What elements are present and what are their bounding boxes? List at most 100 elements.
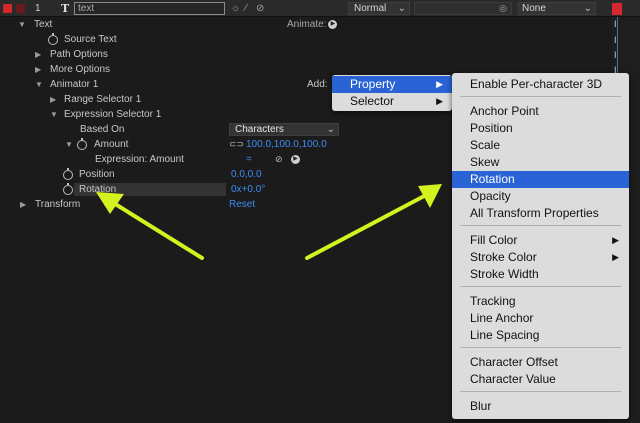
- menu-separator: [460, 225, 621, 226]
- menu-item-label: Tracking: [470, 294, 516, 308]
- chevron-down-icon: ⌄: [583, 3, 592, 14]
- twirl-down-icon[interactable]: ▼: [35, 77, 43, 92]
- menu-item-position[interactable]: Position: [452, 120, 629, 137]
- parent-dropdown[interactable]: None ⌄: [518, 2, 596, 15]
- menu-item-label: Character Value: [470, 372, 556, 386]
- menu-item-all-transform-properties[interactable]: All Transform Properties: [452, 205, 629, 222]
- blend-mode-dropdown[interactable]: Normal ⌄: [348, 2, 410, 15]
- animate-button[interactable]: Animate: ▶: [287, 17, 338, 32]
- chevron-down-icon: ⌄: [397, 3, 406, 14]
- animator-1-label: Animator 1: [50, 79, 99, 90]
- current-time-indicator-head[interactable]: [612, 3, 622, 15]
- menu-item-anchor-point[interactable]: Anchor Point: [452, 103, 629, 120]
- source-text-row[interactable]: Source Text: [0, 32, 612, 47]
- menu-item-fill-color[interactable]: Fill Color ▶: [452, 232, 629, 249]
- menu-item-selector[interactable]: Selector ▶: [332, 93, 452, 110]
- submenu-arrow-icon: ▶: [436, 96, 443, 106]
- menu-item-label: Rotation: [470, 172, 515, 186]
- menu-item-rotation[interactable]: Rotation: [452, 171, 629, 188]
- expression-enable-toggle[interactable]: =: [246, 152, 252, 167]
- menu-item-character-value[interactable]: Character Value: [452, 371, 629, 388]
- menu-separator: [460, 286, 621, 287]
- pickwhip-icon[interactable]: ◎: [499, 3, 507, 14]
- rotation-value[interactable]: 0x+0.0°: [231, 182, 265, 197]
- link-icon[interactable]: ⊂⊃: [229, 137, 244, 152]
- twirl-down-icon[interactable]: ▼: [18, 17, 26, 32]
- rotation-label: Rotation: [79, 184, 117, 195]
- twirl-right-icon[interactable]: ▶: [35, 47, 41, 62]
- effect-switch-icon[interactable]: ⊘: [256, 3, 264, 14]
- property-submenu: Enable Per-character 3D Anchor Point Pos…: [452, 73, 629, 419]
- based-on-dropdown[interactable]: Characters ⌄: [229, 123, 339, 136]
- expression-selector-label: Expression Selector 1: [64, 109, 162, 120]
- transform-reset-link[interactable]: Reset: [229, 197, 255, 212]
- menu-item-label: Skew: [470, 155, 500, 169]
- layer-name-field[interactable]: text: [74, 2, 225, 15]
- text-layer-icon: T: [61, 2, 70, 15]
- menu-item-line-spacing[interactable]: Line Spacing: [452, 327, 629, 344]
- twirl-down-icon[interactable]: ▼: [50, 107, 58, 122]
- menu-item-label: Position: [470, 121, 513, 135]
- animate-label: Animate:: [287, 19, 327, 30]
- expression-language-menu-icon[interactable]: ▶: [291, 155, 300, 164]
- menu-item-skew[interactable]: Skew: [452, 154, 629, 171]
- amount-value[interactable]: 100.0,100.0,100.0: [246, 137, 327, 152]
- menu-item-line-anchor[interactable]: Line Anchor: [452, 310, 629, 327]
- keyframe-marker-icon: I: [614, 50, 617, 60]
- stopwatch-icon[interactable]: [63, 168, 73, 180]
- stopwatch-icon[interactable]: [63, 183, 73, 195]
- twirl-right-icon[interactable]: ▶: [50, 92, 56, 107]
- menu-item-blur[interactable]: Blur: [452, 398, 629, 415]
- menu-item-opacity[interactable]: Opacity: [452, 188, 629, 205]
- menu-item-label: Line Anchor: [470, 311, 534, 325]
- menu-item-stroke-color[interactable]: Stroke Color ▶: [452, 249, 629, 266]
- add-menu: Property ▶ Selector ▶: [332, 75, 452, 111]
- twirl-right-icon[interactable]: ▶: [20, 197, 26, 212]
- blend-mode-value: Normal: [354, 3, 387, 14]
- amount-label: Amount: [94, 139, 129, 150]
- submenu-arrow-icon: ▶: [612, 235, 619, 245]
- menu-item-enable-per-character-3d[interactable]: Enable Per-character 3D: [452, 76, 629, 93]
- based-on-value: Characters: [235, 124, 284, 135]
- position-value[interactable]: 0.0,0.0: [231, 167, 262, 182]
- menu-item-label: Character Offset: [470, 355, 558, 369]
- twirl-down-icon[interactable]: ▼: [65, 137, 73, 152]
- source-text-label: Source Text: [64, 34, 117, 45]
- menu-item-label: Line Spacing: [470, 328, 540, 342]
- menu-item-label: Selector: [350, 94, 395, 108]
- label-color-swatch[interactable]: [3, 4, 12, 13]
- path-options-row[interactable]: ▶ Path Options: [0, 47, 612, 62]
- graph-icon[interactable]: ⊘: [275, 152, 283, 167]
- menu-item-scale[interactable]: Scale: [452, 137, 629, 154]
- chevron-down-icon: ⌄: [326, 124, 335, 135]
- keyframe-marker-icon: I: [614, 35, 617, 45]
- menu-item-character-offset[interactable]: Character Offset: [452, 354, 629, 371]
- menu-item-label: Property: [350, 77, 396, 91]
- submenu-arrow-icon: ▶: [436, 79, 443, 89]
- menu-separator: [460, 391, 621, 392]
- menu-item-label: Fill Color: [470, 233, 518, 247]
- layer-number: 1: [35, 3, 41, 14]
- menu-item-stroke-width[interactable]: Stroke Width: [452, 266, 629, 283]
- menu-item-label: All Transform Properties: [470, 206, 599, 220]
- range-selector-label: Range Selector 1: [64, 94, 142, 105]
- stopwatch-icon[interactable]: [48, 33, 58, 45]
- track-matte-field[interactable]: ◎: [414, 2, 512, 15]
- stopwatch-icon[interactable]: [77, 138, 87, 150]
- twirl-right-icon[interactable]: ▶: [35, 62, 41, 77]
- shy-switch-icon[interactable]: ☼: [231, 3, 240, 14]
- submenu-arrow-icon: ▶: [612, 252, 619, 262]
- menu-item-label: Enable Per-character 3D: [470, 77, 603, 91]
- more-options-label: More Options: [50, 64, 111, 75]
- play-menu-icon[interactable]: ▶: [328, 19, 338, 29]
- menu-item-property[interactable]: Property ▶: [332, 76, 452, 93]
- add-label: Add:: [307, 79, 328, 90]
- menu-item-label: Stroke Width: [470, 267, 539, 281]
- menu-item-label: Scale: [470, 138, 501, 152]
- text-group-row[interactable]: ▼ Text Animate: ▶: [0, 17, 612, 32]
- layer-color-box[interactable]: [16, 4, 25, 13]
- menu-item-tracking[interactable]: Tracking: [452, 293, 629, 310]
- quality-switch-icon[interactable]: ⁄: [245, 3, 247, 14]
- menu-item-label: Anchor Point: [470, 104, 539, 118]
- menu-separator: [460, 96, 621, 97]
